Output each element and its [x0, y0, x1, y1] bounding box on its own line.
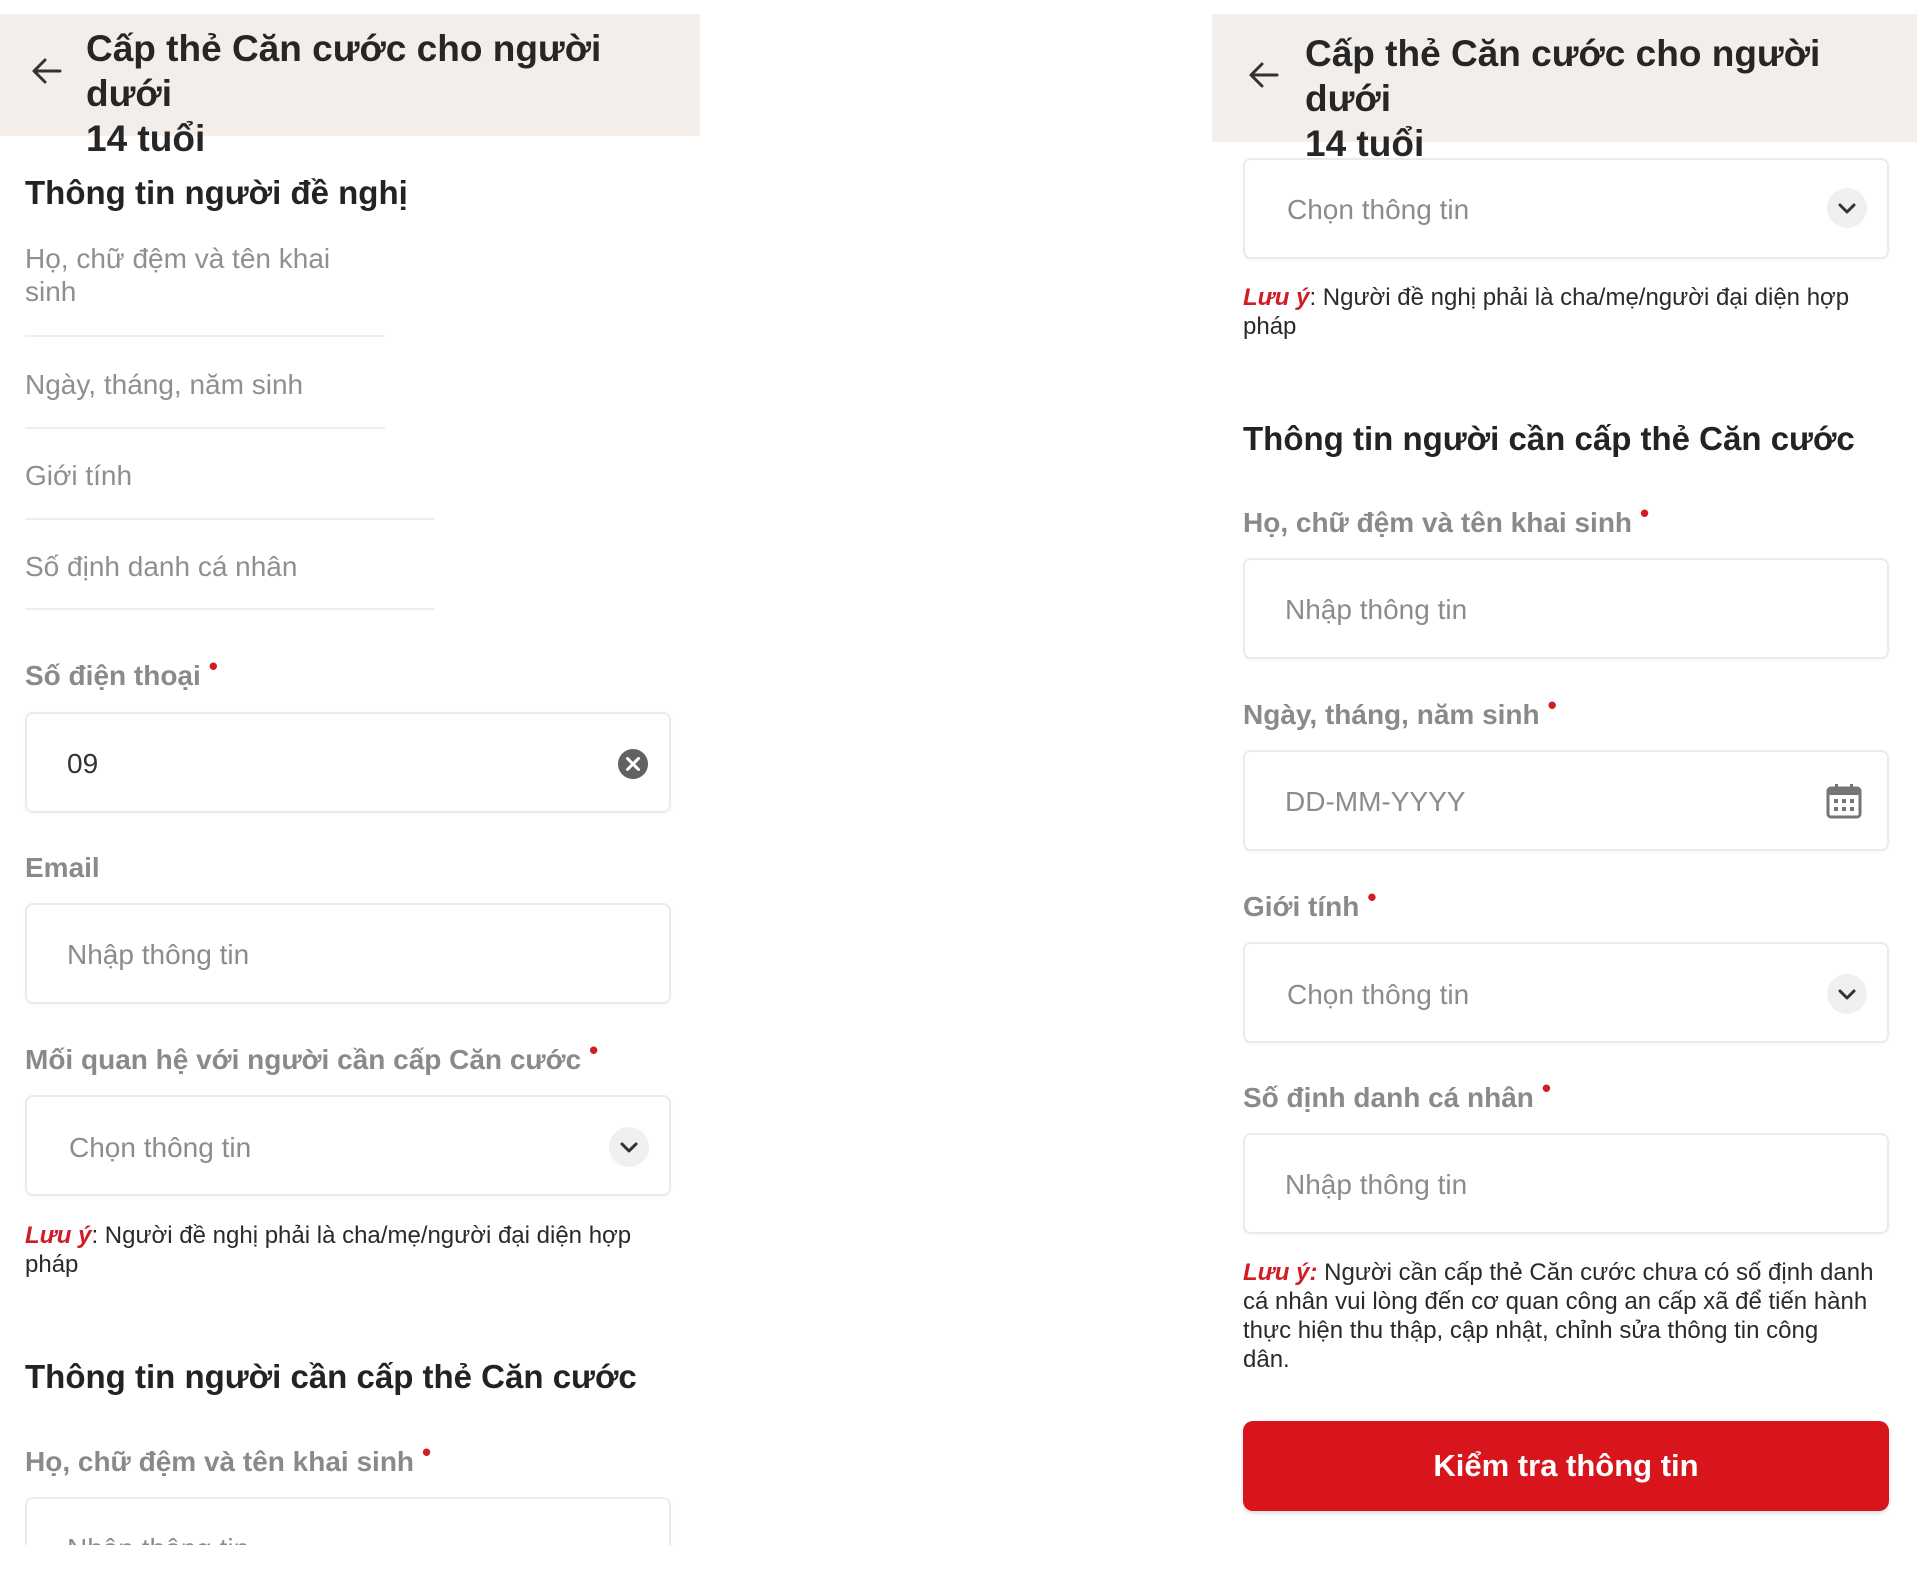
email-placeholder: Nhập thông tin — [67, 939, 250, 970]
gender-label: Giới tính • — [1243, 882, 1377, 922]
id-number-placeholder: Nhập thông tin — [1285, 1169, 1468, 1200]
static-dob-label: Ngày, tháng, năm sinh — [25, 369, 304, 400]
back-arrow-icon[interactable] — [1247, 58, 1281, 92]
required-mark: • — [208, 651, 218, 681]
applicant-name-label: Họ, chữ đệm và tên khai sinh • — [1243, 498, 1650, 538]
applicant-name-field[interactable]: Nhập thông tin — [1243, 558, 1889, 659]
chevron-down-icon[interactable] — [609, 1127, 649, 1167]
required-mark: • — [1541, 1073, 1552, 1103]
dob-field[interactable]: DD-MM-YYYY — [1243, 750, 1889, 851]
applicant-name-placeholder: Nhập thông tin — [67, 1533, 249, 1545]
applicant-name-placeholder: Nhập thông tin — [1285, 594, 1468, 625]
chevron-down-icon[interactable] — [1827, 974, 1867, 1014]
gender-placeholder: Chọn thông tin — [1287, 979, 1470, 1010]
required-mark: • — [1547, 690, 1557, 720]
required-mark: • — [1640, 498, 1650, 528]
proposer-note: Lưu ý: Người đề nghị phải là cha/mẹ/ngườ… — [1243, 284, 1850, 340]
chevron-down-icon[interactable] — [1827, 188, 1867, 228]
proposer-note: Lưu ý: Người đề nghị phải là cha/mẹ/ngườ… — [25, 1222, 632, 1278]
gender-select[interactable]: Chọn thông tin — [1243, 942, 1889, 1043]
relationship-placeholder: Chọn thông tin — [69, 1132, 252, 1163]
applicant-section-title: Thông tin người cần cấp thẻ Căn cước — [1243, 420, 1855, 457]
email-label: Email — [25, 852, 100, 883]
check-info-button[interactable]: Kiểm tra thông tin — [1243, 1421, 1889, 1511]
applicant-name-field[interactable]: Nhập thông tin — [25, 1497, 671, 1545]
page-title: Cấp thẻ Căn cước cho người dưới 14 tuổi — [86, 28, 602, 159]
required-mark: • — [589, 1035, 599, 1065]
phone-value: 09 — [67, 748, 99, 779]
left-header: Cấp thẻ Căn cước cho người dưới 14 tuổi — [0, 14, 700, 159]
relationship-placeholder: Chọn thông tin — [1287, 194, 1470, 225]
back-arrow-icon[interactable] — [30, 54, 64, 88]
applicant-section-title: Thông tin người cần cấp thẻ Căn cước — [25, 1358, 637, 1395]
applicant-name-label: Họ, chữ đệm và tên khai sinh • — [25, 1437, 432, 1477]
page-title: Cấp thẻ Căn cước cho người dưới 14 tuổi — [1305, 33, 1821, 164]
static-name-label: Họ, chữ đệm và tên khai sinh — [25, 243, 331, 307]
dob-label: Ngày, tháng, năm sinh • — [1243, 690, 1557, 730]
right-header: Cấp thẻ Căn cước cho người dưới 14 tuổi — [1212, 14, 1917, 164]
relationship-label: Mối quan hệ với người cần cấp Căn cước • — [25, 1035, 599, 1075]
divider — [25, 518, 435, 520]
relationship-select[interactable]: Chọn thông tin — [25, 1095, 671, 1196]
cutoff-clip: Nhập thông tin — [25, 1497, 673, 1545]
phone-field[interactable]: 09 — [25, 712, 671, 813]
relationship-select[interactable]: Chọn thông tin — [1243, 158, 1889, 259]
calendar-icon[interactable] — [1825, 782, 1863, 820]
divider — [25, 608, 435, 610]
phone-label: Số điện thoại • — [25, 651, 218, 691]
static-gender-label: Giới tính — [25, 460, 133, 491]
required-mark: • — [1367, 882, 1377, 912]
id-number-label: Số định danh cá nhân • — [1243, 1073, 1552, 1113]
static-id-label: Số định danh cá nhân — [25, 551, 298, 582]
clear-icon[interactable] — [617, 748, 649, 780]
divider — [25, 335, 385, 337]
dob-placeholder: DD-MM-YYYY — [1285, 786, 1466, 817]
id-number-field[interactable]: Nhập thông tin — [1243, 1133, 1889, 1234]
required-mark: • — [422, 1437, 432, 1467]
id-number-note: Lưu ý: Người cần cấp thẻ Căn cước chưa c… — [1243, 1259, 1874, 1373]
proposer-section-title: Thông tin người đề nghị — [25, 174, 408, 211]
email-field[interactable]: Nhập thông tin — [25, 903, 671, 1004]
divider — [25, 427, 385, 429]
